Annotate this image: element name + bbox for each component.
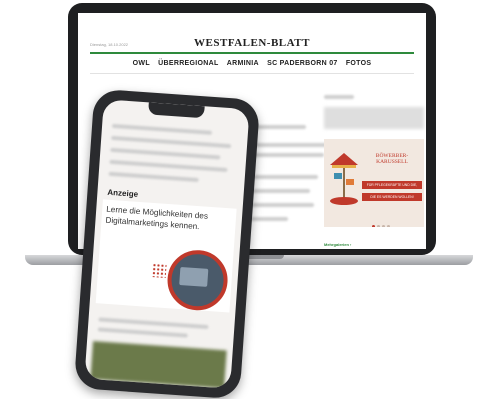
ad-stripe: FÜR PFLEGEKRÄFTE UND DIE, <box>362 181 422 189</box>
blurred-text-line <box>111 123 213 135</box>
blurred-text-line <box>97 327 188 338</box>
blurred-text-line <box>324 95 354 99</box>
header-rule <box>90 52 414 54</box>
carousel-dot[interactable] <box>387 225 390 227</box>
blurred-text-line <box>109 159 228 173</box>
gallery-link[interactable]: Mehrgalerien › <box>324 242 351 247</box>
blurred-text-line <box>98 317 209 330</box>
phone-notch <box>147 102 205 119</box>
nav-item-arminia[interactable]: ARMINIA <box>227 60 259 67</box>
nav-item-fotos[interactable]: FOTOS <box>346 60 371 67</box>
site-nav: OWL ÜBERREGIONAL ARMINIA SC PADERBORN 07… <box>78 60 426 67</box>
blurred-text-line <box>110 147 221 160</box>
nav-item-ueberregional[interactable]: ÜBERREGIONAL <box>158 60 218 67</box>
blurred-text-line <box>111 135 232 149</box>
carousel-dots[interactable] <box>372 215 392 227</box>
ad-title: BÖWERBER-KARUSSELL <box>375 153 409 165</box>
carousel-illustration <box>330 153 358 205</box>
nav-rule <box>90 73 414 74</box>
ad-banner[interactable]: BÖWERBER-KARUSSELL FÜR PFLEGEKRÄFTE UND … <box>324 139 424 227</box>
carousel-dot[interactable] <box>372 225 375 227</box>
phone-screen: Anzeige Lerne die Möglichkeiten des Digi… <box>84 99 250 389</box>
carousel-dot[interactable] <box>382 225 385 227</box>
nav-item-sc-paderborn[interactable]: SC PADERBORN 07 <box>267 60 338 67</box>
ad-stripe: DIE ES WERDEN WOLLEN! <box>362 193 422 201</box>
ad-image <box>165 248 230 313</box>
carousel-dot[interactable] <box>377 225 380 227</box>
site-logo[interactable]: WESTFALEN-BLATT <box>78 37 426 49</box>
blurred-text-line <box>108 171 199 183</box>
ad-text: Lerne die Möglichkeiten des Digitalmarke… <box>105 204 209 232</box>
phone-ad[interactable]: Lerne die Möglichkeiten des Digitalmarke… <box>95 199 237 313</box>
nav-item-owl[interactable]: OWL <box>133 60 150 67</box>
smartphone: Anzeige Lerne die Möglichkeiten des Digi… <box>73 88 261 399</box>
blurred-sidebar-box <box>324 107 424 129</box>
ad-label: Anzeige <box>107 187 139 199</box>
blurred-photo <box>90 341 227 389</box>
dot-pattern <box>151 263 167 278</box>
